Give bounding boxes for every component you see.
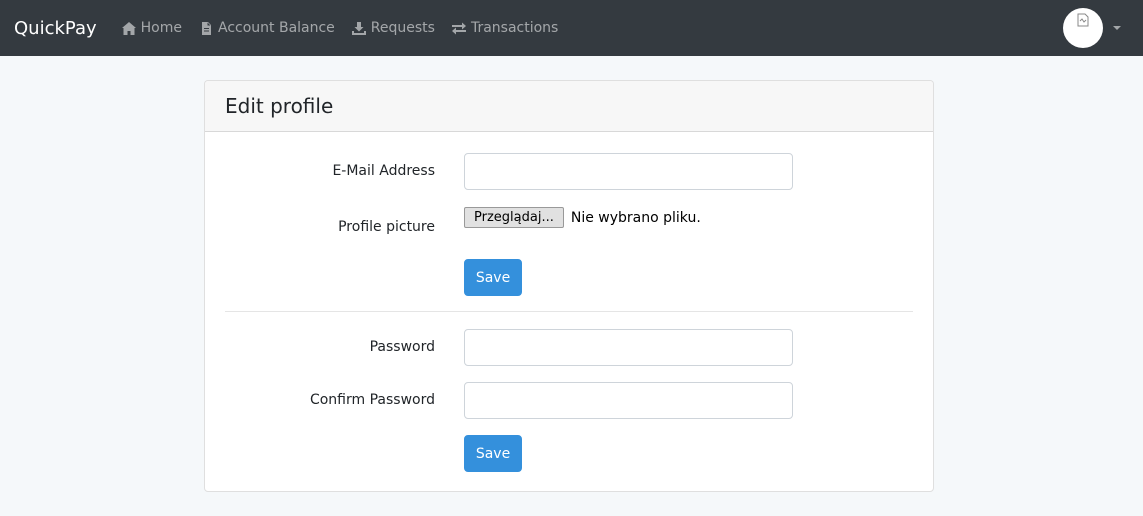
confirm-password-label: Confirm Password — [309, 392, 435, 408]
picture-row: Profile picture Przeglądaj... Nie wybran… — [205, 207, 935, 237]
card-title: Edit profile — [205, 81, 933, 132]
user-menu[interactable] — [1063, 8, 1121, 48]
email-label: E-Mail Address — [332, 163, 435, 179]
nav-link-account-balance[interactable]: Account Balance — [198, 20, 335, 36]
password-save-row: Save — [205, 435, 935, 472]
password-label: Password — [369, 339, 435, 355]
nav-link-home[interactable]: Home — [121, 20, 182, 36]
save-password-button[interactable]: Save — [464, 435, 522, 472]
broken-image-icon — [1077, 13, 1089, 27]
brand-logo[interactable]: QuickPay — [14, 18, 97, 39]
chevron-down-icon[interactable] — [1113, 26, 1121, 30]
file-status: Nie wybrano pliku. — [570, 209, 701, 226]
file-picker: Przeglądaj... Nie wybrano pliku. — [464, 207, 701, 228]
password-field[interactable] — [464, 329, 793, 366]
edit-profile-card: Edit profile E-Mail Address Profile pict… — [204, 80, 934, 492]
exchange-icon — [451, 22, 466, 34]
picture-label: Profile picture — [338, 219, 435, 235]
file-icon — [201, 21, 211, 35]
profile-save-row: Save — [205, 259, 935, 296]
nav-link-label: Account Balance — [217, 20, 335, 36]
nav-link-label: Requests — [370, 20, 435, 36]
file-input[interactable]: Przeglądaj... Nie wybrano pliku. — [464, 207, 701, 228]
section-divider — [225, 311, 913, 312]
confirm-password-field[interactable] — [464, 382, 793, 419]
email-field[interactable] — [464, 153, 793, 190]
email-row: E-Mail Address — [205, 153, 935, 190]
confirm-password-row: Confirm Password — [205, 382, 935, 419]
nav-link-transactions[interactable]: Transactions — [451, 20, 558, 36]
browse-button[interactable]: Przeglądaj... — [464, 207, 564, 228]
email-control — [464, 153, 793, 190]
download-icon — [351, 21, 366, 35]
nav-link-label: Home — [140, 20, 182, 36]
save-profile-button[interactable]: Save — [464, 259, 522, 296]
password-row: Password — [205, 329, 935, 366]
nav-link-requests[interactable]: Requests — [351, 20, 435, 36]
nav-links: Home Account Balance Requests Transactio… — [121, 20, 575, 36]
nav-link-label: Transactions — [470, 20, 559, 36]
top-navbar: QuickPay Home Account Balance Requests T… — [0, 0, 1143, 56]
avatar[interactable] — [1063, 8, 1103, 48]
home-icon — [121, 21, 136, 35]
